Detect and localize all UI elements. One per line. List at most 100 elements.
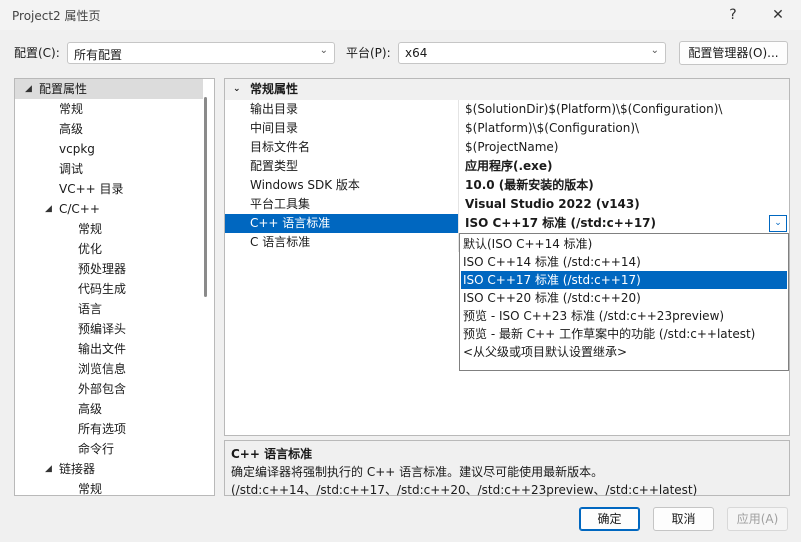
- property-value[interactable]: Visual Studio 2022 (v143): [460, 195, 789, 214]
- dropdown-arrow-icon[interactable]: ⌄: [769, 215, 787, 232]
- property-name: Windows SDK 版本: [225, 176, 459, 195]
- property-row[interactable]: 目标文件名 $(ProjectName): [225, 138, 789, 157]
- tree-item[interactable]: ◢ 配置属性: [15, 79, 203, 99]
- expand-triangle-icon[interactable]: ◢: [25, 79, 32, 99]
- tree-item[interactable]: 代码生成: [15, 279, 203, 299]
- dropdown-option[interactable]: 预览 - ISO C++23 标准 (/std:c++23preview): [461, 307, 787, 325]
- tree-item-label: 语言: [78, 302, 103, 316]
- property-name: 目标文件名: [225, 138, 459, 157]
- tree-item[interactable]: 命令行: [15, 439, 203, 459]
- tree-item-label: 预处理器: [78, 262, 127, 276]
- tree-item-label: 高级: [59, 122, 84, 136]
- property-name: C++ 语言标准: [225, 214, 459, 233]
- tree-item[interactable]: 常规: [15, 99, 203, 119]
- tree-item[interactable]: 调试: [15, 159, 203, 179]
- expand-triangle-icon[interactable]: ◢: [45, 459, 52, 479]
- title-bar: Project2 属性页 ? ✕: [0, 0, 801, 30]
- dropdown-option[interactable]: 预览 - 最新 C++ 工作草案中的功能 (/std:c++latest): [461, 325, 787, 343]
- property-row[interactable]: 输出目录 $(SolutionDir)$(Platform)\$(Configur…: [225, 100, 789, 119]
- tree-item[interactable]: 常规: [15, 219, 203, 239]
- tree-item-label: 链接器: [59, 462, 96, 476]
- tree-item[interactable]: VC++ 目录: [15, 179, 203, 199]
- tree-item[interactable]: 外部包含: [15, 379, 203, 399]
- description-panel: C++ 语言标准 确定编译器将强制执行的 C++ 语言标准。建议尽可能使用最新版…: [224, 440, 790, 497]
- property-name: 平台工具集: [225, 195, 459, 214]
- tree-item-label: 命令行: [78, 442, 115, 456]
- tree-item-label: 高级: [78, 402, 103, 416]
- config-manager-button[interactable]: 配置管理器(O)...: [679, 41, 788, 65]
- close-icon[interactable]: ✕: [763, 4, 793, 26]
- tree-item[interactable]: ◢ 链接器: [15, 459, 203, 479]
- tree-item[interactable]: 高级: [15, 119, 203, 139]
- property-value[interactable]: 应用程序(.exe): [460, 157, 789, 176]
- language-standard-dropdown[interactable]: 默认(ISO C++14 标准) ISO C++14 标准 (/std:c++14…: [459, 233, 789, 371]
- tree-item-label: C/C++: [59, 202, 100, 216]
- config-label: 配置(C):: [14, 46, 60, 60]
- property-row[interactable]: Windows SDK 版本 10.0 (最新安装的版本): [225, 176, 789, 195]
- dropdown-option[interactable]: <从父级或项目默认设置继承>: [461, 343, 787, 361]
- property-value[interactable]: $(Platform)\$(Configuration)\: [460, 119, 789, 138]
- chevron-down-icon[interactable]: ⌄: [233, 79, 241, 100]
- chevron-down-icon: ⌄: [319, 45, 328, 56]
- tree-item-label: 调试: [59, 162, 84, 176]
- description-text: 确定编译器将强制执行的 C++ 语言标准。建议尽可能使用最新版本。(/std:c…: [231, 465, 698, 497]
- config-value: 所有配置: [74, 48, 123, 62]
- expand-triangle-icon[interactable]: ◢: [45, 199, 52, 219]
- tree-item-label: 预编译头: [78, 322, 127, 336]
- dropdown-option[interactable]: 默认(ISO C++14 标准): [461, 235, 787, 253]
- tree-item[interactable]: 优化: [15, 239, 203, 259]
- tree-item-label: 常规: [78, 482, 103, 496]
- property-tree[interactable]: ◢ 配置属性 常规 高级 vcpkg 调试 VC++ 目录 ◢ C/C++ 常规 优化 预处理器 代码生…: [14, 78, 215, 496]
- property-value[interactable]: ISO C++17 标准 (/std:c++17): [460, 214, 789, 233]
- tree-item-label: 外部包含: [78, 382, 127, 396]
- help-button[interactable]: ?: [718, 4, 748, 26]
- tree-item[interactable]: 高级: [15, 399, 203, 419]
- property-value[interactable]: 10.0 (最新安装的版本): [460, 176, 789, 195]
- apply-button[interactable]: 应用(A): [727, 507, 788, 531]
- description-title: C++ 语言标准: [231, 447, 313, 461]
- tree-item-label: VC++ 目录: [59, 182, 124, 196]
- dropdown-option[interactable]: ISO C++20 标准 (/std:c++20): [461, 289, 787, 307]
- window-title: Project2 属性页: [12, 9, 101, 23]
- tree-item[interactable]: 预处理器: [15, 259, 203, 279]
- dropdown-option[interactable]: ISO C++14 标准 (/std:c++14): [461, 253, 787, 271]
- tree-item[interactable]: 语言: [15, 299, 203, 319]
- ok-button[interactable]: 确定: [579, 507, 640, 531]
- config-combo[interactable]: 所有配置 ⌄: [67, 42, 335, 64]
- section-title: 常规属性: [250, 82, 299, 96]
- tree-item-label: 常规: [78, 222, 103, 236]
- tree-item[interactable]: 所有选项: [15, 419, 203, 439]
- tree-item[interactable]: vcpkg: [15, 139, 203, 159]
- platform-label: 平台(P):: [346, 46, 391, 60]
- tree-item[interactable]: 预编译头: [15, 319, 203, 339]
- chevron-down-icon: ⌄: [650, 45, 659, 56]
- property-name: 中间目录: [225, 119, 459, 138]
- tree-item-label: 浏览信息: [78, 362, 127, 376]
- section-header[interactable]: ⌄ 常规属性: [225, 79, 789, 100]
- property-row[interactable]: C++ 语言标准 ISO C++17 标准 (/std:c++17) ⌄: [225, 214, 789, 233]
- platform-combo[interactable]: x64 ⌄: [398, 42, 666, 64]
- property-row[interactable]: 配置类型 应用程序(.exe): [225, 157, 789, 176]
- tree-item[interactable]: ◢ C/C++: [15, 199, 203, 219]
- tree-item-label: 输出文件: [78, 342, 127, 356]
- property-value[interactable]: $(ProjectName): [460, 138, 789, 157]
- property-row[interactable]: 中间目录 $(Platform)\$(Configuration)\: [225, 119, 789, 138]
- platform-value: x64: [405, 46, 428, 60]
- property-name: C 语言标准: [225, 233, 459, 252]
- property-name: 配置类型: [225, 157, 459, 176]
- tree-item-label: 配置属性: [39, 82, 88, 96]
- tree-item-label: 常规: [59, 102, 84, 116]
- tree-item[interactable]: 输出文件: [15, 339, 203, 359]
- tree-item-label: vcpkg: [59, 142, 95, 156]
- tree-item-label: 所有选项: [78, 422, 127, 436]
- tree-item[interactable]: 常规: [15, 479, 203, 496]
- property-name: 输出目录: [225, 100, 459, 119]
- property-value[interactable]: $(SolutionDir)$(Platform)\$(Configuratio…: [460, 100, 789, 119]
- tree-item[interactable]: 浏览信息: [15, 359, 203, 379]
- property-row[interactable]: 平台工具集 Visual Studio 2022 (v143): [225, 195, 789, 214]
- tree-scrollbar[interactable]: [204, 97, 207, 297]
- dropdown-option[interactable]: ISO C++17 标准 (/std:c++17): [461, 271, 787, 289]
- cancel-button[interactable]: 取消: [653, 507, 714, 531]
- tree-item-label: 优化: [78, 242, 103, 256]
- tree-item-label: 代码生成: [78, 282, 127, 296]
